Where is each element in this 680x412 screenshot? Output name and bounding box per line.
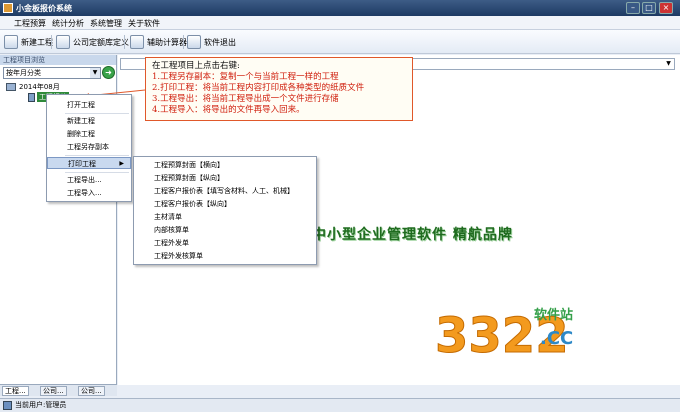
menu-statistics[interactable]: 统计分析 [52,18,84,29]
new-project-label: 新建工程 [21,37,53,47]
user-icon [3,401,12,410]
maximize-button[interactable]: □ [642,2,656,14]
callout-title: 在工程项目上点击右键: [152,61,240,71]
menu-item-print-label: 打印工程 [68,160,96,168]
menu-item-open[interactable]: 打开工程 [47,99,131,111]
current-user-text: 当前用户:管理员 [15,401,67,409]
print-quote-full[interactable]: 工程客户报价表【填写含材料、人工、机械】 [134,185,316,197]
print-quote-portrait[interactable]: 工程客户报价表【纵向】 [134,198,316,210]
callout-line: 4.工程导入：将导出的文件再导入回来。 [152,105,305,115]
logo-domain-text: .CC [540,328,574,349]
toolbar-separator [183,35,184,49]
menu-item-new[interactable]: 新建工程 [47,115,131,127]
new-project-icon [4,35,18,49]
menu-separator [65,172,129,173]
exit-label: 软件退出 [204,37,236,47]
title-bar: 小金板报价系统 – □ × [0,0,680,16]
print-outsource-accounting[interactable]: 工程外发核算单 [134,250,316,262]
callout-line: 2.打印工程：将当前工程内容打印成各种类型的纸质文件 [152,83,365,93]
tab-company-2[interactable]: 公司... [78,386,105,396]
panel-tabs: 工程... 公司... 公司... [0,384,117,396]
print-outsource-order[interactable]: 工程外发单 [134,237,316,249]
refresh-button[interactable]: ➜ [102,66,115,79]
annotation-callout: 在工程项目上点击右键: 1.工程另存副本：复制一个与当前工程一样的工程 2.打印… [145,57,413,121]
print-cover-portrait[interactable]: 工程预算封面【纵向】 [134,172,316,184]
panel-header: 工程项目浏览 [0,55,116,65]
menu-item-delete[interactable]: 删除工程 [47,128,131,140]
logo-site-text: 软件站 [534,308,574,323]
chevron-down-icon[interactable]: ▼ [663,59,674,69]
menu-separator [65,113,129,114]
menu-about[interactable]: 关于软件 [128,18,160,29]
context-menu: 打开工程 新建工程 删除工程 工程另存副本 打印工程 ▶ 工程导出... 工程导… [46,94,132,202]
company-quota-label: 公司定额库定义 [73,37,129,47]
document-icon [28,92,35,102]
toolbar: 新建工程 公司定额库定义 辅助计算器 软件退出 [0,30,680,54]
exit-icon [187,35,201,49]
app-icon [3,3,13,13]
print-internal-accounting[interactable]: 内部核算单 [134,224,316,236]
callout-line: 1.工程另存副本：复制一个与当前工程一样的工程 [152,72,339,82]
new-project-button[interactable]: 新建工程 [4,34,53,50]
calculator-icon [130,35,144,49]
minimize-button[interactable]: – [626,2,640,14]
company-quota-button[interactable]: 公司定额库定义 [56,34,129,50]
menu-item-export[interactable]: 工程导出... [47,174,131,186]
filter-select[interactable]: 按年月分类 ▼ [3,67,101,79]
tab-projects[interactable]: 工程... [2,386,29,396]
print-submenu: 工程预算封面【横向】 工程预算封面【纵向】 工程客户报价表【填写含材料、人工、机… [133,156,317,265]
menu-separator [65,155,129,156]
menu-system[interactable]: 系统管理 [90,18,122,29]
exit-button[interactable]: 软件退出 [187,34,236,50]
print-cover-landscape[interactable]: 工程预算封面【横向】 [134,159,316,171]
print-material-list[interactable]: 主材清单 [134,211,316,223]
tree-node-label: 2014年08月 [19,83,60,91]
tree-node-month[interactable]: 2014年08月 [6,82,60,92]
submenu-arrow-icon: ▶ [119,160,124,167]
close-button[interactable]: × [659,2,673,14]
menu-item-save-copy[interactable]: 工程另存副本 [47,141,131,153]
menu-item-print[interactable]: 打印工程 ▶ [47,157,131,169]
callout-line: 3.工程导出：将当前工程导出成一个文件进行存储 [152,94,339,104]
window-title: 小金板报价系统 [16,4,72,13]
folder-icon [6,83,16,91]
menu-bar: 工程预算 统计分析 系统管理 关于软件 [0,16,680,30]
filter-value: 按年月分类 [6,69,41,77]
toolbar-separator [51,35,52,49]
watermark-text: 中小型企业管理软件 精航品牌 [312,227,513,243]
calculator-label: 辅助计算器 [147,37,187,47]
calculator-button[interactable]: 辅助计算器 [130,34,187,50]
menu-budget[interactable]: 工程预算 [14,18,46,29]
tab-company-1[interactable]: 公司... [40,386,67,396]
toolbar-separator [124,35,125,49]
menu-item-import[interactable]: 工程导入... [47,187,131,199]
chevron-down-icon[interactable]: ▼ [90,68,100,78]
quota-library-icon [56,35,70,49]
status-bar: 当前用户:管理员 [0,398,680,412]
